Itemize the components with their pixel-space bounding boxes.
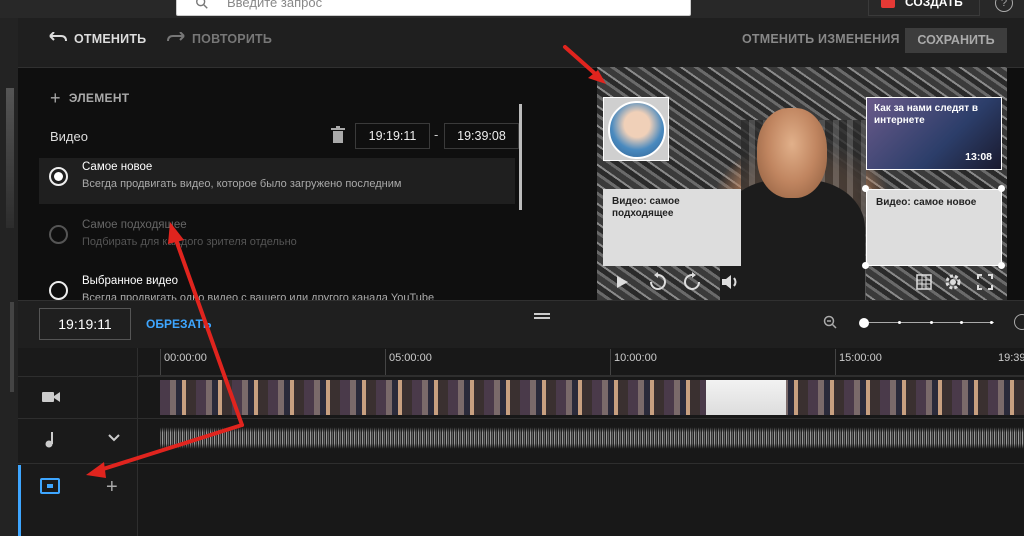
start-time-field[interactable]: 19:19:11	[355, 123, 430, 149]
option-title: Самое подходящее	[82, 219, 187, 231]
gear-icon[interactable]	[944, 272, 962, 292]
volume-icon[interactable]	[720, 272, 742, 292]
element-panel: + ЭЛЕМЕНТ Видео 19:19:11 - 19:39:08 Самое…	[18, 67, 542, 301]
drag-handle-icon[interactable]	[534, 313, 550, 319]
ruler-tick	[160, 349, 161, 375]
end-time-field[interactable]: 19:39:08	[444, 123, 519, 149]
zoom-in-icon[interactable]	[1014, 314, 1024, 330]
option-title: Самое новое	[82, 161, 153, 173]
sidebar-selection	[10, 302, 14, 392]
card-label: Видео: самое новое	[876, 197, 977, 208]
end-screen-newest-card[interactable]: Видео: самое новое	[866, 189, 1002, 266]
option-most-relevant: Самое подходящее Подбирать для каждого з…	[39, 216, 515, 262]
zoom-tick	[990, 321, 993, 324]
zoom-out-icon[interactable]	[823, 315, 837, 329]
trim-button[interactable]: ОБРЕЗАТЬ	[146, 317, 212, 331]
end-screen-video-card[interactable]: Как за нами следят в интернете 13:08	[866, 97, 1002, 170]
card-label: Видео: самое подходящее	[612, 196, 680, 219]
search-icon[interactable]	[195, 0, 209, 10]
ruler-tick-label: 05:00:00	[389, 352, 432, 364]
resize-handle[interactable]	[862, 185, 869, 192]
plus-icon: +	[50, 88, 61, 108]
undo-label: ОТМЕНИТЬ	[74, 32, 147, 46]
row-divider	[18, 376, 1024, 377]
radio-button[interactable]	[49, 167, 68, 186]
undo-icon	[49, 32, 67, 42]
trash-icon[interactable]	[331, 126, 345, 143]
add-element-button[interactable]: + ЭЛЕМЕНТ	[50, 88, 129, 109]
panel-scrollbar[interactable]	[519, 104, 522, 210]
camera-icon	[881, 0, 895, 8]
undo-button[interactable]: ОТМЕНИТЬ	[48, 32, 146, 46]
redo-button[interactable]: ПОВТОРИТЬ	[166, 32, 272, 46]
option-description: Всегда продвигать видео, которое было за…	[82, 178, 402, 190]
video-camera-icon	[42, 392, 60, 402]
add-icon[interactable]: +	[106, 476, 118, 499]
ruler-tick	[610, 349, 611, 375]
card-title: Как за нами следят в интернете	[874, 103, 979, 126]
ruler-tick	[385, 349, 386, 375]
search-placeholder: Введите запрос	[227, 0, 323, 10]
option-chosen-video[interactable]: Выбранное видео Всегда продвигать одно в…	[39, 272, 515, 301]
ruler-tick-label: 00:00:00	[164, 352, 207, 364]
resize-handle[interactable]	[998, 185, 1005, 192]
play-icon[interactable]	[614, 272, 630, 292]
editor-toolbar: ОТМЕНИТЬ ПОВТОРИТЬ ОТМЕНИТЬ ИЗМЕНЕНИЯ СО…	[18, 18, 1024, 66]
radio-button	[49, 225, 68, 244]
search-input[interactable]: Введите запрос	[176, 0, 691, 16]
person-face	[757, 108, 827, 198]
resize-handle[interactable]	[998, 262, 1005, 269]
option-description: Подбирать для каждого зрителя отдельно	[82, 236, 297, 248]
ruler-tick	[835, 349, 836, 375]
rewind-icon[interactable]	[648, 272, 668, 292]
timeline-ruler	[139, 348, 1024, 376]
sidebar-thumbnail	[6, 88, 14, 228]
zoom-slider-thumb[interactable]	[859, 318, 869, 328]
section-label: Видео	[50, 129, 88, 144]
endscreen-icon[interactable]	[40, 478, 60, 494]
row-divider	[18, 463, 1024, 464]
timeline-current-time[interactable]: 19:19:11	[39, 308, 131, 340]
option-newest[interactable]: Самое новое Всегда продвигать видео, кот…	[39, 158, 515, 204]
music-note-icon	[45, 432, 53, 448]
create-button[interactable]: СОЗДАТЬ	[868, 0, 980, 16]
card-duration: 13:08	[965, 151, 992, 163]
endscreen-track-indicator	[18, 465, 21, 536]
row-divider	[18, 418, 1024, 419]
discard-changes-button[interactable]: ОТМЕНИТЬ ИЗМЕНЕНИЯ	[742, 32, 900, 46]
save-button[interactable]: СОХРАНИТЬ	[905, 28, 1007, 53]
time-separator: -	[434, 127, 439, 142]
end-screen-relevant-card[interactable]: Видео: самое подходящее	[603, 189, 741, 266]
grid-icon[interactable]	[916, 272, 932, 292]
ruler-tick-label: 15:00:00	[839, 352, 882, 364]
zoom-tick	[898, 321, 901, 324]
audio-waveform-shape	[160, 420, 1024, 456]
zoom-tick	[960, 321, 963, 324]
video-track-segment	[706, 380, 786, 415]
create-label: СОЗДАТЬ	[905, 0, 963, 9]
radio-button[interactable]	[49, 281, 68, 300]
subscribe-element-card[interactable]	[603, 97, 669, 161]
channel-avatar	[608, 101, 666, 159]
forward-icon[interactable]	[682, 272, 702, 292]
fullscreen-icon[interactable]	[976, 272, 994, 292]
zoom-slider-track[interactable]	[864, 322, 994, 323]
ruler-tick-label: 10:00:00	[614, 352, 657, 364]
add-element-label: ЭЛЕМЕНТ	[68, 91, 130, 105]
left-sidebar-strip	[0, 18, 18, 536]
option-title: Выбранное видео	[82, 275, 179, 287]
redo-icon	[167, 32, 185, 42]
resize-handle[interactable]	[862, 262, 869, 269]
chevron-down-icon[interactable]	[108, 434, 120, 442]
ruler-tick-label: 19:39	[998, 352, 1024, 364]
redo-label: ПОВТОРИТЬ	[192, 32, 273, 46]
zoom-tick	[930, 321, 933, 324]
video-track[interactable]	[160, 380, 1024, 415]
